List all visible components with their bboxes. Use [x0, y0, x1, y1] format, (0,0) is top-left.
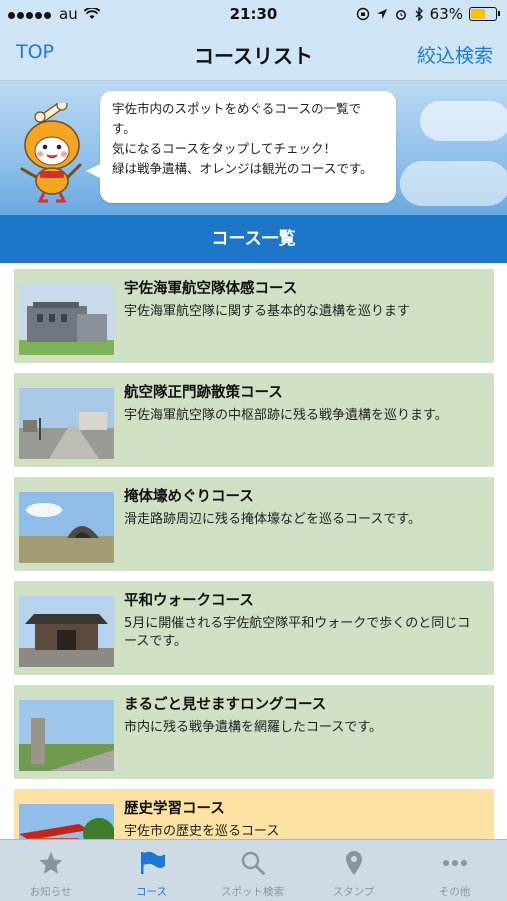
course-card[interactable]: まるごと見せますロングコース 市内に残る戦争遺構を網羅したコースです。: [14, 685, 494, 779]
course-card[interactable]: 宇佐海軍航空隊体感コース 宇佐海軍航空隊に関する基本的な遺構を巡ります: [14, 269, 494, 363]
cloud-decoration: [420, 101, 507, 141]
filter-search-button[interactable]: 絞込検索: [417, 41, 493, 68]
tab-other[interactable]: その他: [404, 840, 505, 901]
nav-bar: TOP コースリスト 絞込検索: [0, 28, 507, 81]
course-thumbnail: [19, 388, 114, 459]
map-pin-icon: [345, 851, 362, 875]
search-icon: [241, 851, 265, 875]
rotation-lock-icon: [356, 7, 369, 21]
mascot-illustration-icon: [20, 103, 82, 203]
tab-bar: お知らせ コース スポット検索 スタンプ その他: [0, 839, 507, 901]
tab-course[interactable]: コース: [101, 840, 202, 901]
tab-label: スポット検索: [221, 886, 284, 898]
bubble-line-2: 気になるコースをタップしてチェック！: [112, 141, 337, 156]
bubble-line-3: 緑は戦争遺構、オレンジは観光のコースです。: [112, 161, 373, 176]
course-description: 市内に残る戦争遺構を網羅したコースです。: [124, 720, 383, 735]
tab-stamp[interactable]: スタンプ: [303, 840, 404, 901]
course-card[interactable]: 歴史学習コース 宇佐市の歴史を巡るコース: [14, 789, 494, 839]
speech-bubble: 宇佐市内のスポットをめぐるコースの一覧です。 気になるコースをタップしてチェック…: [86, 91, 396, 203]
course-thumbnail: [19, 284, 114, 355]
course-title: まるごと見せますロングコース: [124, 697, 327, 713]
battery-percent: 63%: [429, 5, 463, 23]
course-description: 宇佐海軍航空隊に関する基本的な遺構を巡ります: [124, 304, 411, 319]
tab-spot-search[interactable]: スポット検索: [202, 840, 303, 901]
flag-icon: [140, 851, 165, 874]
course-title: 航空隊正門跡散策コース: [124, 385, 283, 401]
course-title: 掩体壕めぐりコース: [124, 489, 254, 505]
section-header: コース一覧: [0, 215, 507, 263]
status-bar: au 21:30 63%: [0, 0, 507, 28]
tab-label: スタンプ: [332, 886, 375, 898]
more-icon: [442, 860, 467, 866]
course-thumbnail: [19, 700, 114, 771]
course-title: 歴史学習コース: [124, 801, 225, 817]
tab-news[interactable]: お知らせ: [0, 840, 101, 901]
course-card[interactable]: 航空隊正門跡散策コース 宇佐海軍航空隊の中枢部跡に残る戦争遺構を巡ります。: [14, 373, 494, 467]
course-description: 宇佐海軍航空隊の中枢部跡に残る戦争遺構を巡ります。: [124, 408, 448, 423]
battery-icon: [469, 7, 500, 21]
star-icon: [39, 852, 62, 874]
course-thumbnail: [19, 492, 114, 563]
location-arrow-icon: [376, 9, 387, 19]
tab-label: その他: [438, 886, 471, 898]
course-description: 宇佐市の歴史を巡るコース: [124, 824, 280, 839]
course-card[interactable]: 平和ウォークコース 5月に開催される宇佐航空隊平和ウォークで歩くのと同じコースで…: [14, 581, 494, 675]
course-description: 滑走路跡周辺に残る掩体壕などを巡るコースです。: [124, 512, 422, 527]
course-description: 5月に開催される宇佐航空隊平和ウォークで歩くのと同じコースです。: [124, 616, 471, 649]
alarm-icon: [395, 10, 406, 20]
course-title: 平和ウォークコース: [124, 593, 254, 609]
course-list[interactable]: 宇佐海軍航空隊体感コース 宇佐海軍航空隊に関する基本的な遺構を巡ります 航空隊正…: [0, 263, 507, 839]
course-card[interactable]: 掩体壕めぐりコース 滑走路跡周辺に残る掩体壕などを巡るコースです。: [14, 477, 494, 571]
bluetooth-icon: [415, 7, 423, 21]
course-title: 宇佐海軍航空隊体感コース: [124, 281, 298, 297]
course-thumbnail: [19, 804, 114, 839]
tab-label: コース: [136, 886, 167, 898]
tab-label: お知らせ: [29, 886, 72, 898]
status-right: 63%: [356, 5, 500, 23]
bubble-line-1: 宇佐市内のスポットをめぐるコースの一覧です。: [112, 101, 362, 136]
info-banner: 宇佐市内のスポットをめぐるコースの一覧です。 気になるコースをタップしてチェック…: [0, 81, 507, 215]
top-button[interactable]: TOP: [16, 41, 54, 63]
cloud-decoration: [400, 161, 507, 206]
course-thumbnail: [19, 596, 114, 667]
